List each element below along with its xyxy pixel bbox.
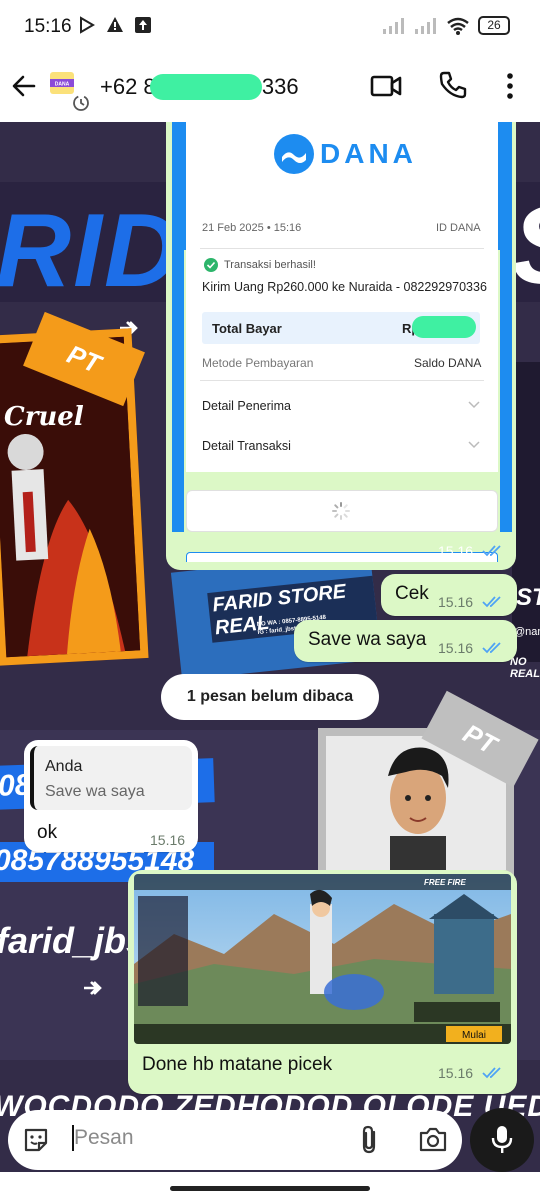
signal-icon-2 (415, 17, 436, 34)
contact-name-suffix: 336 (261, 74, 299, 99)
contact-avatar[interactable]: DANA (50, 72, 74, 94)
battery-indicator: 26 (478, 16, 510, 35)
wallpaper-right-noreal: NO REAL (510, 656, 540, 680)
emoji-sticker-icon[interactable] (22, 1126, 50, 1154)
home-indicator[interactable] (170, 1186, 370, 1191)
play-store-icon (80, 16, 95, 34)
message-text: Save wa saya (308, 629, 427, 650)
wallpaper-cruel-text: Cruel (4, 402, 84, 432)
game-start-label: Mulai (462, 1030, 486, 1041)
disappearing-timer-icon (73, 95, 89, 111)
receipt-paper: DANA 21 Feb 2025 • 15:16 ID DANA Transak… (186, 122, 498, 472)
receipt-wavy-edge (186, 466, 498, 472)
attach-icon[interactable] (358, 1124, 382, 1156)
redaction-mark-total (412, 316, 476, 338)
receipt-status: Transaksi berhasil! (224, 259, 316, 271)
game-title-label: FREE FIRE (424, 878, 466, 887)
avatar-text: DANA (55, 82, 70, 88)
message-text: ok (37, 822, 58, 843)
microphone-icon (491, 1126, 513, 1153)
read-ticks-icon (482, 545, 501, 557)
message-text: Cek (395, 583, 429, 604)
message-time: 15.16 (438, 640, 474, 656)
chat-area[interactable]: RID ST S Cruel PT ST @nan NO REAL FARID … (0, 122, 540, 1172)
more-options-icon[interactable] (500, 70, 520, 102)
wallpaper-right-panel (512, 362, 540, 662)
wallpaper-right-handle: @nan (514, 626, 540, 638)
game-screenshot-image[interactable]: Mulai FREE FIRE (134, 874, 511, 1044)
receipt-blue-frame-right (500, 122, 512, 532)
receipt-transaction-detail: Detail Transaksi (202, 439, 291, 453)
forward-icon-2[interactable] (82, 976, 112, 1000)
wifi-icon (447, 17, 469, 35)
receipt-divider-2 (200, 380, 484, 381)
unread-divider: 1 pesan belum dibaca (161, 674, 379, 720)
receipt-blue-frame-left (172, 122, 184, 532)
read-ticks-icon (482, 642, 501, 654)
redaction-mark (150, 74, 262, 100)
notification-icons (78, 16, 152, 34)
voice-record-button[interactable] (470, 1108, 534, 1172)
quote-text: Save wa saya (45, 783, 145, 800)
warning-icon (107, 17, 123, 32)
message-input[interactable]: Pesan (74, 1126, 134, 1150)
receipt-method-label: Metode Pembayaran (202, 356, 314, 370)
chat-header: DANA +62 82 336 (0, 52, 540, 122)
wallpaper-handle: farid_jbs (0, 920, 147, 961)
message-input-bar[interactable]: Pesan (8, 1110, 462, 1170)
receipt-divider (200, 248, 484, 249)
system-icons: 26 (382, 16, 510, 35)
receipt-method-value: Saldo DANA (414, 356, 482, 370)
read-ticks-icon (482, 596, 501, 608)
status-time: 15:16 (24, 16, 72, 37)
message-time: 15.16 (438, 594, 474, 610)
loading-spinner-icon (332, 502, 350, 520)
dana-logo-icon (274, 134, 314, 174)
voice-call-icon[interactable] (438, 70, 468, 100)
message-time: 15.16 (150, 832, 186, 848)
wallpaper-right-st: ST (516, 584, 540, 611)
image-caption: Done hb matane picek (142, 1054, 333, 1075)
quote-author: Anda (45, 758, 83, 775)
receipt-date: 21 Feb 2025 • 15:16 (202, 222, 302, 234)
receipt-description: Kirim Uang Rp260.000 ke Nuraida - 082292… (202, 280, 487, 294)
chevron-down-icon (468, 401, 480, 409)
message-time: 15.16 (438, 1065, 474, 1081)
read-ticks-icon (482, 1067, 501, 1079)
wallpaper-big-text-right: S (512, 182, 540, 309)
camera-icon[interactable] (418, 1125, 448, 1153)
receipt-total-label: Total Bayar (212, 321, 282, 336)
dana-brand: DANA (320, 138, 417, 169)
signal-icon (383, 17, 404, 34)
status-bar: 15:16 26 (0, 0, 540, 52)
receipt-id-label: ID DANA (436, 222, 481, 234)
chevron-down-icon-2 (468, 441, 480, 449)
receipt-recipient-detail: Detail Penerima (202, 399, 291, 413)
receipt-time: 15.16 (438, 543, 474, 559)
back-arrow-icon[interactable] (10, 72, 38, 100)
success-check-icon (204, 258, 218, 272)
upload-icon (135, 17, 151, 33)
video-call-icon[interactable] (370, 72, 402, 100)
